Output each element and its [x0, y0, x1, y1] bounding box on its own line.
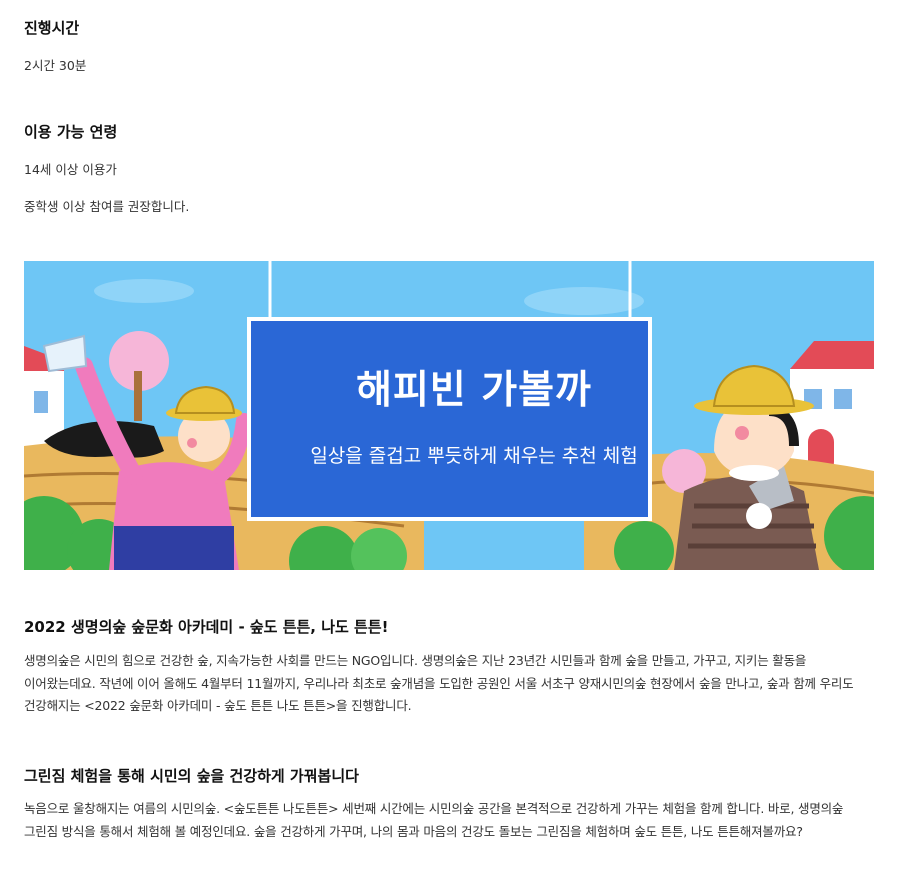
section1-heading: 2022 생명의숲 숲문화 아카데미 - 숲도 튼튼, 나도 튼튼! [24, 618, 389, 636]
duration-value: 2시간 30분 [24, 58, 87, 73]
section1-body: 생명의숲은 시민의 힘으로 건강한 숲, 지속가능한 사회를 만드는 NGO입니… [24, 653, 854, 713]
section2-heading: 그린짐 체험을 통해 시민의 숲을 건강하게 가꿔봅니다 [24, 767, 359, 785]
happybean-banner: 해피빈 가볼까 일상을 즐겁고 뿌듯하게 채우는 추천 체험 [24, 261, 874, 570]
duration-heading: 진행시간 [24, 19, 80, 37]
age-value: 14세 이상 이용가 [24, 162, 117, 177]
age-heading: 이용 가능 연령 [24, 123, 118, 141]
banner-title: 해피빈 가볼까 [356, 368, 592, 413]
banner-illustration [24, 261, 874, 570]
banner-subtitle: 일상을 즐겁고 뿌듯하게 채우는 추천 체험 [310, 445, 638, 467]
section2-body: 녹음으로 울창해지는 여름의 시민의숲. <숲도튼튼 나도튼튼> 세번째 시간에… [24, 801, 844, 839]
age-note: 중학생 이상 참여를 권장합니다. [24, 199, 190, 214]
